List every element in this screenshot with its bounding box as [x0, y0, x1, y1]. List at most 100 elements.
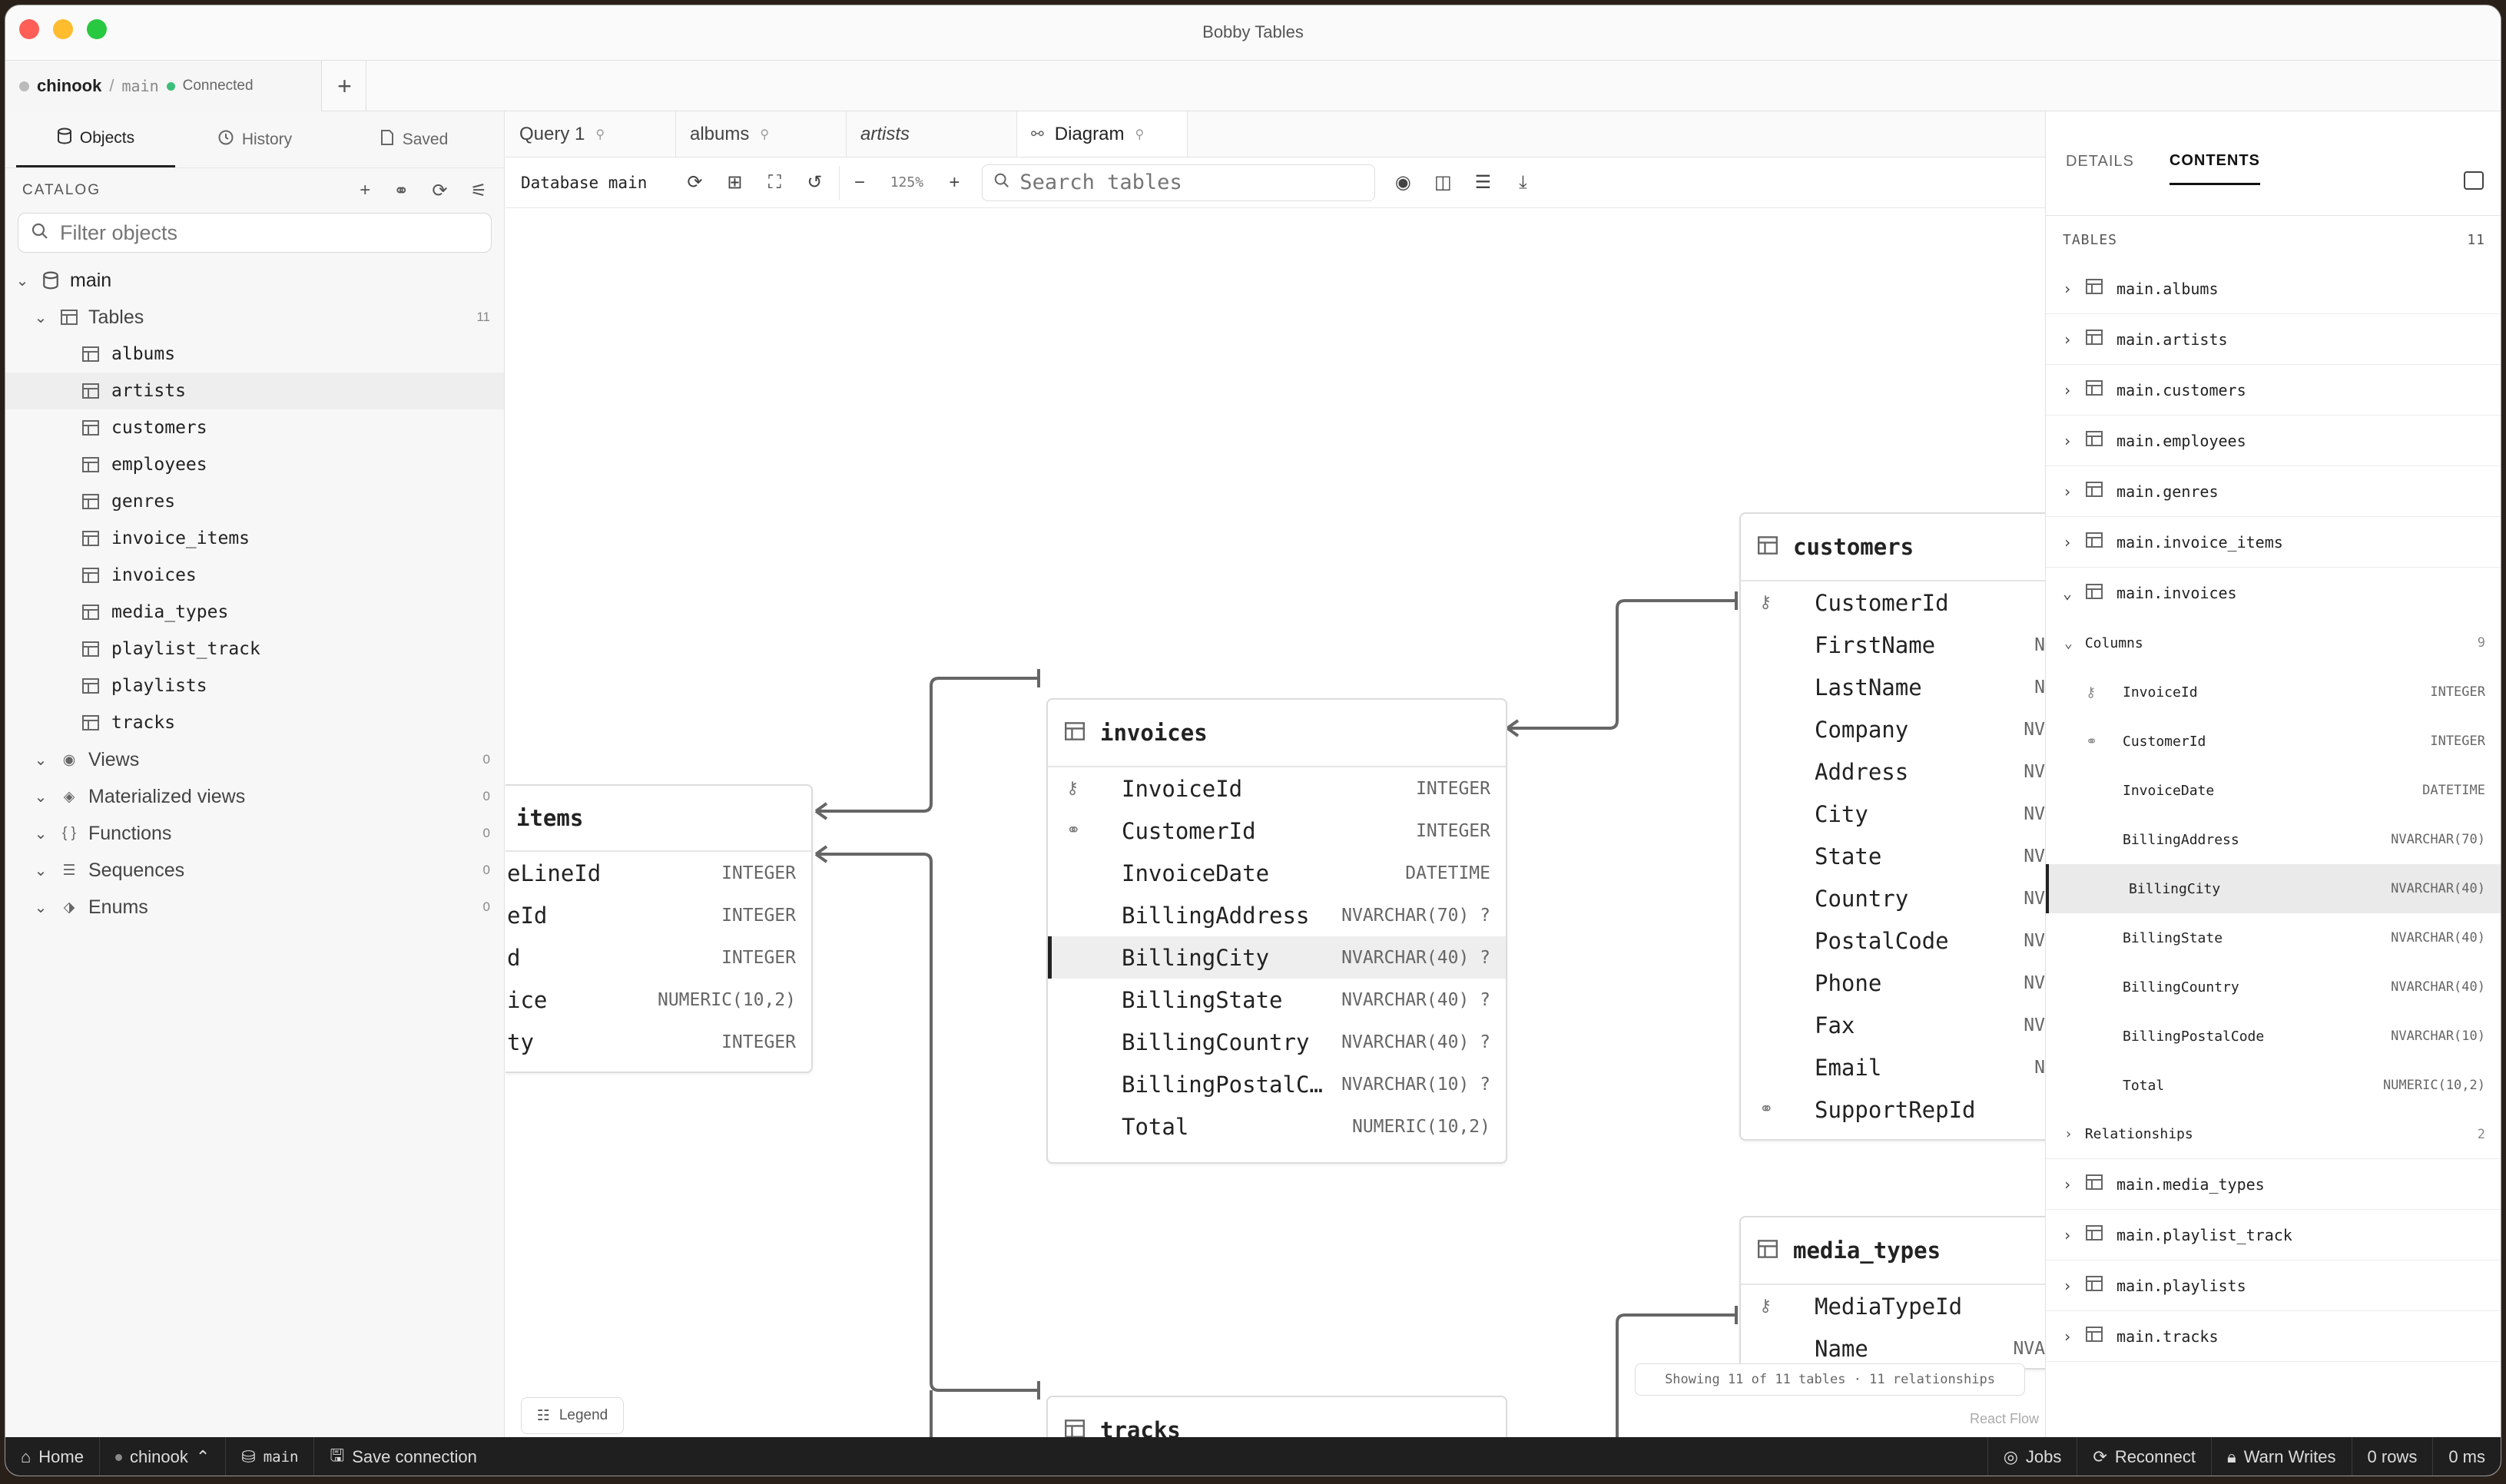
contents-table-genres[interactable]: › main.genres	[2046, 466, 2501, 517]
eye-icon[interactable]: ◉	[1383, 166, 1423, 200]
refresh-icon[interactable]: ⟳	[675, 166, 714, 200]
add-connection-button[interactable]: +	[323, 61, 366, 111]
sidebar-table-employees[interactable]: employees	[5, 446, 504, 483]
column-row[interactable]: Company NV	[1741, 708, 2045, 750]
add-icon[interactable]: +	[360, 180, 370, 202]
column-row[interactable]: FirstName N	[1741, 624, 2045, 666]
contents-column-row[interactable]: BillingCountry NVARCHAR(40)	[2046, 962, 2501, 1012]
column-row[interactable]: ⚷ CustomerId	[1741, 581, 2045, 624]
sidebar-table-playlist-track[interactable]: playlist_track	[5, 631, 504, 667]
tree-group-materialized-views[interactable]: ⌄ ◈ Materialized views 0	[5, 778, 504, 815]
refresh-icon[interactable]: ⟳	[432, 180, 447, 202]
tree-db-main[interactable]: ⌄ main	[5, 262, 504, 299]
sidebar-table-tracks[interactable]: tracks	[5, 704, 504, 741]
tree-group-enums[interactable]: ⌄ ⬗ Enums 0	[5, 889, 504, 926]
panel-toggle-icon[interactable]: ◫	[1423, 166, 1463, 200]
connection-switcher[interactable]: chinook ⌃	[100, 1437, 227, 1476]
contents-table-playlists[interactable]: › main.playlists	[2046, 1260, 2501, 1311]
tab-saved[interactable]: Saved	[334, 111, 493, 167]
contents-table-customers[interactable]: › main.customers	[2046, 365, 2501, 416]
contents-table-invoices[interactable]: ⌄ main.invoices	[2046, 568, 2501, 618]
contents-column-row[interactable]: ⚷ InvoiceId INTEGER	[2046, 667, 2501, 717]
column-row[interactable]: LastName N	[1741, 666, 2045, 708]
column-row[interactable]: ⚷ MediaTypeId	[1741, 1285, 2045, 1327]
contents-table-media-types[interactable]: › main.media_types	[2046, 1159, 2501, 1210]
reconnect-button[interactable]: ⟳ Reconnect	[2077, 1437, 2211, 1476]
contents-column-row[interactable]: BillingAddress NVARCHAR(70)	[2046, 815, 2501, 864]
column-row[interactable]: Fax NV	[1741, 1004, 2045, 1046]
link-icon[interactable]: ⚭	[393, 180, 409, 202]
contents-table-playlist-track[interactable]: › main.playlist_track	[2046, 1210, 2501, 1260]
zoom-out-icon[interactable]: −	[839, 165, 879, 200]
table-node-customers[interactable]: customers ⚷ CustomerId FirstName N LastName N…	[1739, 512, 2045, 1141]
column-row[interactable]: PostalCode NV	[1741, 919, 2045, 962]
tab-diagram[interactable]: ⚯ Diagram ⚲	[1017, 111, 1188, 157]
column-row[interactable]: BillingPostalC… NVARCHAR(10) ?	[1048, 1063, 1506, 1105]
table-node-invoices[interactable]: invoices ⚷ InvoiceId INTEGER ⚭ CustomerId INT…	[1046, 698, 1507, 1164]
contents-column-row[interactable]: ⚭ CustomerId INTEGER	[2046, 717, 2501, 766]
column-row[interactable]: State NV	[1741, 835, 2045, 877]
home-button[interactable]: ⌂ Home	[5, 1437, 100, 1476]
column-row[interactable]: Phone NV	[1741, 962, 2045, 1004]
contents-table-invoice-items[interactable]: › main.invoice_items	[2046, 517, 2501, 568]
sidebar-table-artists[interactable]: artists	[5, 373, 504, 409]
auto-layout-grid-icon[interactable]: ⊞	[714, 166, 754, 200]
list-tree-icon[interactable]: ☰	[1463, 166, 1503, 200]
warn-writes-toggle[interactable]: 🔒︎ Warn Writes	[2211, 1437, 2352, 1476]
column-row[interactable]: City NV	[1741, 793, 2045, 835]
column-row[interactable]: BillingState NVARCHAR(40) ?	[1048, 979, 1506, 1021]
column-row[interactable]: ty INTEGER	[506, 1021, 811, 1063]
settings-sliders-icon[interactable]: ⚟	[470, 180, 487, 202]
tab-objects[interactable]: Objects	[16, 111, 175, 167]
column-row[interactable]: eId INTEGER	[506, 894, 811, 936]
contents-column-row[interactable]: BillingCity NVARCHAR(40)	[2046, 864, 2501, 913]
table-node-media-types[interactable]: media_types ⚷ MediaTypeId Name NVA	[1739, 1216, 2045, 1370]
column-row[interactable]: ⚷ InvoiceId INTEGER	[1048, 767, 1506, 810]
contents-column-row[interactable]: BillingPostalCode NVARCHAR(10)	[2046, 1012, 2501, 1061]
pin-icon[interactable]: ⚲	[1135, 127, 1144, 142]
save-connection-button[interactable]: 🖫 Save connection	[314, 1437, 492, 1476]
column-row[interactable]: Email N	[1741, 1046, 2045, 1088]
tree-group-functions[interactable]: ⌄ { } Functions 0	[5, 815, 504, 852]
tree-group-tables[interactable]: ⌄ Tables 11	[5, 299, 504, 336]
collapse-panel-icon[interactable]	[2464, 171, 2484, 190]
sidebar-table-media-types[interactable]: media_types	[5, 594, 504, 631]
zoom-in-icon[interactable]: +	[934, 166, 974, 200]
column-row[interactable]: InvoiceDate DATETIME	[1048, 852, 1506, 894]
legend-button[interactable]: ☷ Legend	[521, 1397, 624, 1434]
connection-tab[interactable]: chinook / main Connected	[5, 61, 322, 111]
column-row[interactable]: BillingCity NVARCHAR(40) ?	[1048, 936, 1506, 979]
sidebar-table-invoices[interactable]: invoices	[5, 557, 504, 594]
filter-objects-input[interactable]	[60, 220, 459, 245]
relationships-section[interactable]: › Relationships 2	[2046, 1110, 2501, 1159]
column-row[interactable]: Total NUMERIC(10,2)	[1048, 1105, 1506, 1148]
contents-column-row[interactable]: InvoiceDate DATETIME	[2046, 766, 2501, 815]
schema-switcher[interactable]: ⛁ main	[226, 1437, 315, 1476]
download-icon[interactable]: ⤓	[1503, 166, 1543, 200]
sidebar-table-albums[interactable]: albums	[5, 336, 504, 373]
fit-view-icon[interactable]: ⛶	[754, 166, 794, 200]
tree-group-sequences[interactable]: ⌄ ☰ Sequences 0	[5, 852, 504, 889]
contents-column-row[interactable]: BillingState NVARCHAR(40)	[2046, 913, 2501, 962]
column-row[interactable]: BillingCountry NVARCHAR(40) ?	[1048, 1021, 1506, 1063]
tab-details[interactable]: DETAILS	[2066, 139, 2134, 185]
diagram-canvas[interactable]: items eLineId INTEGER eId INTEGER d INTEGER ic…	[506, 208, 2045, 1437]
tab-albums[interactable]: albums ⚲	[676, 111, 847, 157]
column-row[interactable]: ⚭ CustomerId INTEGER	[1048, 810, 1506, 852]
contents-column-row[interactable]: Total NUMERIC(10,2)	[2046, 1061, 2501, 1110]
pin-icon[interactable]: ⚲	[595, 127, 605, 142]
sidebar-table-customers[interactable]: customers	[5, 409, 504, 446]
column-row[interactable]: Address NV	[1741, 750, 2045, 793]
sidebar-table-genres[interactable]: genres	[5, 483, 504, 520]
tab-history[interactable]: History	[175, 111, 334, 167]
contents-table-employees[interactable]: › main.employees	[2046, 416, 2501, 466]
tab-artists[interactable]: artists	[847, 111, 1017, 157]
tab-contents[interactable]: CONTENTS	[2169, 139, 2260, 185]
jobs-button[interactable]: ◎ Jobs	[1987, 1437, 2077, 1476]
column-row[interactable]: d INTEGER	[506, 936, 811, 979]
column-row[interactable]: BillingAddress NVARCHAR(70) ?	[1048, 894, 1506, 936]
tab-query-1[interactable]: Query 1 ⚲	[506, 111, 676, 157]
column-row[interactable]: ⚭ SupportRepId	[1741, 1088, 2045, 1131]
column-row[interactable]: eLineId INTEGER	[506, 852, 811, 894]
table-node-invoice-items[interactable]: items eLineId INTEGER eId INTEGER d INTEGER ic…	[506, 784, 813, 1073]
